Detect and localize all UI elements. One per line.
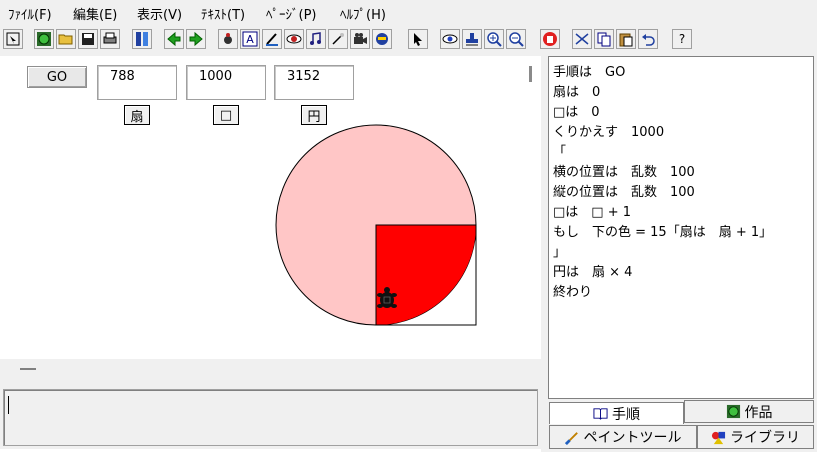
- tab-paint-tool[interactable]: ペイントツール: [549, 425, 697, 449]
- code-line: 円は 扇 × 4: [553, 265, 633, 280]
- circle-button[interactable]: 円: [301, 105, 327, 125]
- code-line: 縦の位置は 乱数 100: [553, 185, 695, 200]
- globe-icon: [726, 404, 740, 419]
- go-label: GO: [46, 69, 68, 85]
- menu-help[interactable]: ﾍﾙﾌﾟ(H): [340, 4, 386, 23]
- fan-button[interactable]: 扇: [124, 105, 150, 125]
- globe-icon[interactable]: [34, 29, 54, 49]
- paste-icon[interactable]: [616, 29, 636, 49]
- save-disk-icon[interactable]: [78, 29, 98, 49]
- arrow-right-icon[interactable]: [186, 29, 206, 49]
- square-button[interactable]: □: [213, 105, 239, 125]
- circle-button-label: 円: [307, 109, 321, 125]
- code-line: 扇は 0: [553, 85, 601, 100]
- splitter-handle[interactable]: [20, 368, 36, 370]
- code-line: もし 下の色 = 15「扇は 扇 + 1」: [553, 225, 773, 240]
- arrow-cursor-icon[interactable]: [408, 29, 428, 49]
- music-note-icon[interactable]: [306, 29, 326, 49]
- code-line: 終わり: [553, 285, 593, 300]
- red-quarter-sector: [376, 225, 476, 325]
- menu-page[interactable]: ﾍﾟｰｼﾞ(P): [266, 4, 316, 23]
- circle-value-field[interactable]: 3152: [274, 65, 354, 100]
- code-line: くりかえす 1000: [553, 125, 665, 140]
- cut-scissors-icon[interactable]: [572, 29, 592, 49]
- turtle-tool-icon[interactable]: [218, 29, 238, 49]
- pointer-select-icon[interactable]: [3, 29, 23, 49]
- zoom-in-icon[interactable]: [484, 29, 504, 49]
- shapes-icon: [711, 431, 726, 444]
- message-box[interactable]: [3, 389, 538, 446]
- menu-bar: ﾌｧｲﾙ(F) 編集(E) 表示(V) ﾃｷｽﾄ(T) ﾍﾟｰｼﾞ(P) ﾍﾙﾌ…: [0, 0, 817, 26]
- text-box-icon[interactable]: A: [240, 29, 260, 49]
- help-label: ?: [678, 32, 686, 46]
- svg-text:A: A: [246, 33, 254, 46]
- open-folder-icon[interactable]: [56, 29, 76, 49]
- eye-view-icon[interactable]: [284, 29, 304, 49]
- stamp-icon[interactable]: [462, 29, 482, 49]
- code-line: 」: [553, 245, 567, 260]
- stage-scrollbar[interactable]: [529, 66, 532, 82]
- tab-paint-tool-label: ペイントツール: [583, 430, 682, 446]
- toolbar: A ?: [0, 27, 817, 51]
- code-line: □は □ + 1: [553, 205, 631, 220]
- video-camera-icon[interactable]: [350, 29, 370, 49]
- print-icon[interactable]: [100, 29, 120, 49]
- undo-icon[interactable]: [638, 29, 658, 49]
- magic-wand-icon[interactable]: [328, 29, 348, 49]
- robot-icon[interactable]: [372, 29, 392, 49]
- square-button-label: □: [219, 107, 233, 123]
- go-button[interactable]: GO: [27, 66, 87, 88]
- zoom-out-icon[interactable]: [506, 29, 526, 49]
- tab-work[interactable]: 作品: [684, 400, 814, 423]
- stop-hand-icon[interactable]: [540, 29, 560, 49]
- menu-edit[interactable]: 編集(E): [73, 4, 117, 23]
- help-button[interactable]: ?: [672, 29, 692, 49]
- tab-procedure[interactable]: 手順: [549, 402, 684, 424]
- procedure-editor[interactable]: 手順は GO 扇は 0 □は 0 くりかえす 1000 「 横の位置は 乱数 1…: [548, 56, 814, 399]
- code-line: 「: [553, 145, 567, 160]
- code-line: 手順は GO: [553, 65, 626, 80]
- tab-procedure-label: 手順: [612, 406, 640, 423]
- fan-value-field[interactable]: 788: [97, 65, 177, 100]
- arrow-left-icon[interactable]: [164, 29, 184, 49]
- copy-icon[interactable]: [594, 29, 614, 49]
- turtle-drawing: [275, 124, 477, 326]
- page-view-icon[interactable]: [132, 29, 152, 49]
- menu-view[interactable]: 表示(V): [137, 4, 182, 23]
- stage-status-strip: [0, 360, 541, 386]
- tab-library-label: ライブラリ: [730, 430, 800, 446]
- square-value-field[interactable]: 1000: [186, 65, 266, 100]
- eye-icon[interactable]: [440, 29, 460, 49]
- book-icon: [593, 408, 608, 420]
- paint-brush-icon[interactable]: [262, 29, 282, 49]
- stage-canvas[interactable]: GO 788 1000 3152 扇 □ 円: [0, 56, 541, 359]
- code-line: 横の位置は 乱数 100: [553, 165, 695, 180]
- menu-file[interactable]: ﾌｧｲﾙ(F): [8, 4, 52, 23]
- fan-button-label: 扇: [130, 109, 144, 125]
- paint-brush-icon: [564, 431, 578, 445]
- menu-text[interactable]: ﾃｷｽﾄ(T): [201, 4, 245, 23]
- tab-library[interactable]: ライブラリ: [697, 425, 814, 449]
- text-caret: [8, 396, 9, 414]
- tab-work-label: 作品: [744, 404, 773, 421]
- code-line: □は 0: [553, 105, 600, 120]
